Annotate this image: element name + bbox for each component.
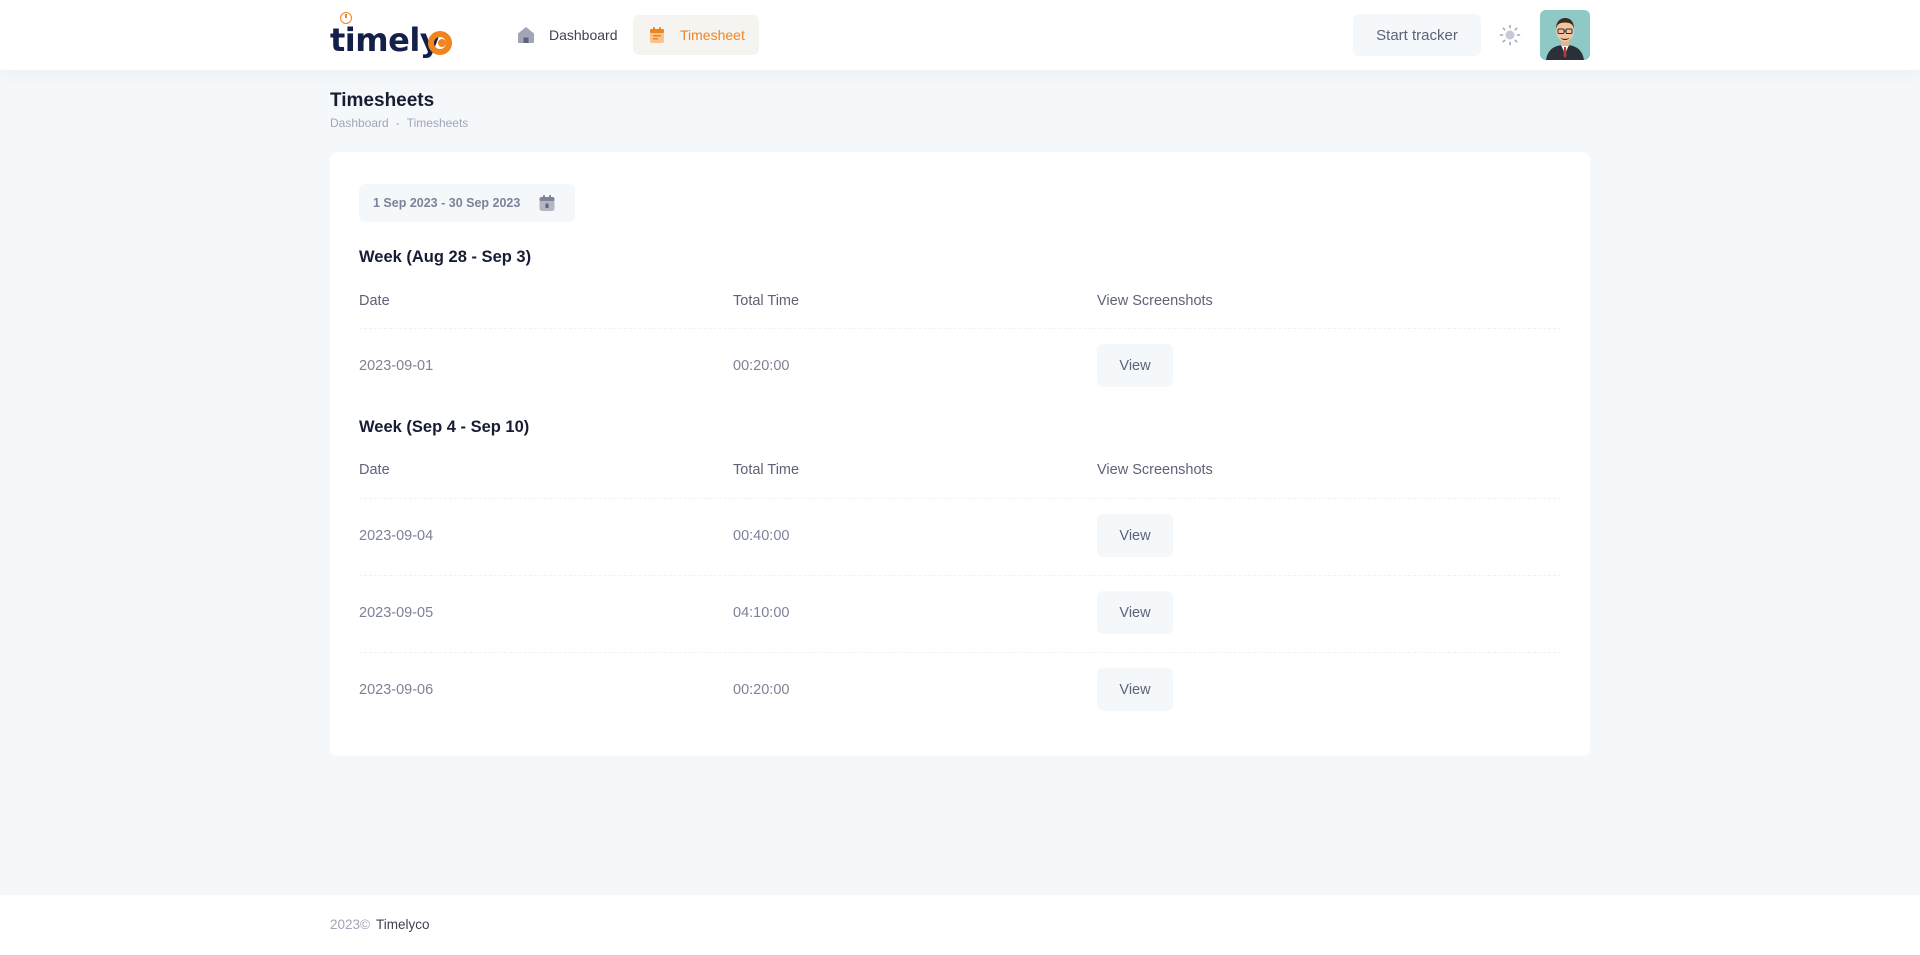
column-header-date: Date bbox=[359, 293, 390, 309]
nav-dashboard-label: Dashboard bbox=[549, 27, 618, 43]
nav-dashboard[interactable]: Dashboard bbox=[502, 15, 632, 55]
column-header-view-screenshots: View Screenshots bbox=[1097, 462, 1213, 478]
row-divider bbox=[359, 328, 1561, 329]
column-header-total-time: Total Time bbox=[733, 293, 800, 309]
view-screenshots-button[interactable]: View bbox=[1097, 344, 1173, 387]
top-header: timely Dashboard Timesheet Start tracker bbox=[0, 0, 1920, 70]
footer: 2023© Timelyco bbox=[0, 895, 1920, 955]
row-divider bbox=[359, 575, 1561, 576]
row-total-time: 00:20:00 bbox=[733, 682, 790, 698]
footer-copyright: 2023© Timelyco bbox=[330, 917, 430, 932]
column-header-view-screenshots: View Screenshots bbox=[1097, 293, 1213, 309]
column-header-date: Date bbox=[359, 462, 390, 478]
home-icon bbox=[518, 27, 534, 43]
user-avatar[interactable] bbox=[1540, 10, 1590, 60]
logo-o-mark bbox=[428, 31, 452, 55]
date-range-picker[interactable]: 1 Sep 2023 - 30 Sep 2023 bbox=[359, 184, 575, 222]
row-date: 2023-09-01 bbox=[359, 358, 434, 374]
row-total-time: 00:40:00 bbox=[733, 528, 790, 544]
page-title: Timesheets bbox=[330, 90, 435, 111]
row-date: 2023-09-05 bbox=[359, 605, 434, 621]
column-header-total-time: Total Time bbox=[733, 462, 800, 478]
row-total-time: 04:10:00 bbox=[733, 605, 790, 621]
theme-toggle[interactable] bbox=[1497, 22, 1523, 48]
start-tracker-button[interactable]: Start tracker bbox=[1353, 14, 1481, 56]
nav-timesheet-label: Timesheet bbox=[680, 27, 745, 43]
breadcrumb: Dashboard - Timesheets bbox=[330, 116, 468, 130]
logo-text: timely bbox=[330, 21, 441, 59]
row-date: 2023-09-06 bbox=[359, 682, 434, 698]
date-range-label: 1 Sep 2023 - 30 Sep 2023 bbox=[373, 196, 521, 210]
row-divider bbox=[359, 652, 1561, 653]
row-divider bbox=[359, 498, 1561, 499]
calendar-icon bbox=[650, 27, 664, 43]
view-screenshots-button[interactable]: View bbox=[1097, 514, 1173, 557]
footer-year: 2023© bbox=[330, 917, 370, 932]
timesheets-card: 1 Sep 2023 - 30 Sep 2023 Week (Aug 28 - … bbox=[330, 152, 1590, 756]
view-screenshots-button[interactable]: View bbox=[1097, 591, 1173, 634]
nav-timesheet[interactable]: Timesheet bbox=[633, 15, 759, 55]
view-screenshots-button[interactable]: View bbox=[1097, 668, 1173, 711]
footer-brand-link[interactable]: Timelyco bbox=[376, 917, 430, 932]
timelyco-logo[interactable]: timely bbox=[330, 10, 455, 60]
calendar-icon bbox=[539, 195, 555, 211]
row-total-time: 00:20:00 bbox=[733, 358, 790, 374]
week-title: Week (Sep 4 - Sep 10) bbox=[359, 418, 530, 436]
breadcrumb-dashboard[interactable]: Dashboard bbox=[330, 116, 389, 130]
breadcrumb-timesheets: Timesheets bbox=[406, 116, 469, 130]
breadcrumb-separator: - bbox=[395, 116, 400, 130]
sun-icon bbox=[1499, 24, 1521, 46]
week-title: Week (Aug 28 - Sep 3) bbox=[359, 248, 532, 266]
user-avatar-image bbox=[1540, 10, 1590, 60]
row-date: 2023-09-04 bbox=[359, 528, 434, 544]
